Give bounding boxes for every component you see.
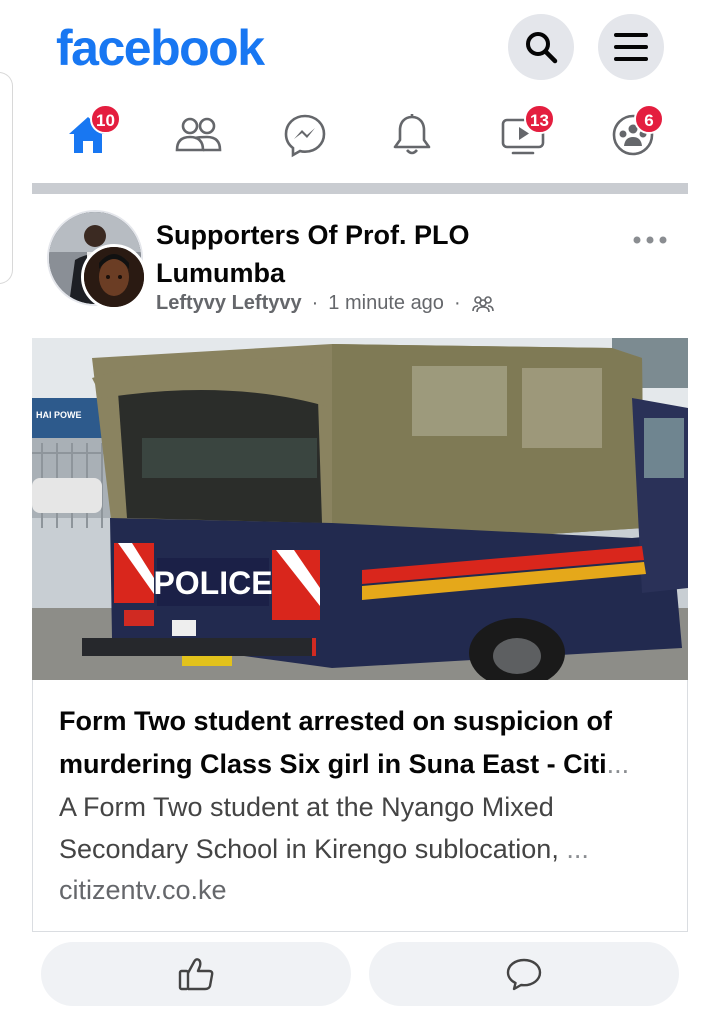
messenger-icon <box>284 114 326 158</box>
watch-notification-badge: 13 <box>524 104 555 134</box>
search-icon <box>526 32 558 64</box>
post-group-name[interactable]: Supporters Of Prof. PLO Lumumba <box>156 216 576 292</box>
author-avatar <box>81 244 147 310</box>
link-description-text: A Form Two student at the Nyango Mixed S… <box>59 792 559 864</box>
menu-button[interactable] <box>598 14 664 80</box>
description-ellipsis: ... <box>566 834 589 864</box>
more-options-icon <box>633 236 667 244</box>
comment-icon <box>506 958 542 991</box>
meta-separator: · <box>311 292 319 314</box>
group-members-icon <box>471 295 494 312</box>
tab-friends[interactable] <box>168 106 232 164</box>
link-domain: citizentv.co.ke <box>59 875 227 905</box>
bell-icon <box>393 114 431 155</box>
tab-messenger[interactable] <box>276 106 340 164</box>
tab-notifications[interactable] <box>384 106 448 164</box>
link-headline: Form Two student arrested on suspicion o… <box>59 700 663 788</box>
banner-text: HAI POWE <box>36 410 82 420</box>
post-timestamp[interactable]: 1 minute ago <box>328 292 444 315</box>
tab-home[interactable]: 10 <box>60 104 124 164</box>
comment-button[interactable] <box>369 942 679 1006</box>
home-notification-badge: 10 <box>90 104 121 134</box>
police-label: POLICE <box>153 565 272 601</box>
like-button[interactable] <box>41 942 351 1006</box>
link-description: A Form Two student at the Nyango Mixed S… <box>59 786 671 870</box>
meta-separator: · <box>453 292 461 314</box>
post-meta: Leftyvy Leftyvy · 1 minute ago · <box>156 292 495 315</box>
facebook-logo[interactable]: facebook <box>56 18 265 78</box>
thumbs-up-icon <box>178 958 214 991</box>
search-button[interactable] <box>508 14 574 80</box>
tab-groups[interactable]: 6 <box>604 104 668 164</box>
post-link-image[interactable]: HAI POWE POLICE <box>32 338 688 680</box>
post-author[interactable]: Leftyvy Leftyvy <box>156 292 302 315</box>
tab-watch[interactable]: 13 <box>494 104 558 164</box>
headline-ellipsis: ... <box>606 749 630 779</box>
hamburger-menu-icon <box>614 33 648 61</box>
groups-notification-badge: 6 <box>634 104 664 134</box>
link-headline-text: Form Two student arrested on suspicion o… <box>59 706 613 779</box>
section-divider <box>32 183 688 194</box>
group-avatar[interactable] <box>47 210 147 310</box>
link-preview-card[interactable]: Form Two student arrested on suspicion o… <box>32 680 688 932</box>
friends-icon <box>175 117 222 152</box>
side-panel-edge[interactable] <box>0 72 13 284</box>
post-options-button[interactable] <box>628 228 672 252</box>
